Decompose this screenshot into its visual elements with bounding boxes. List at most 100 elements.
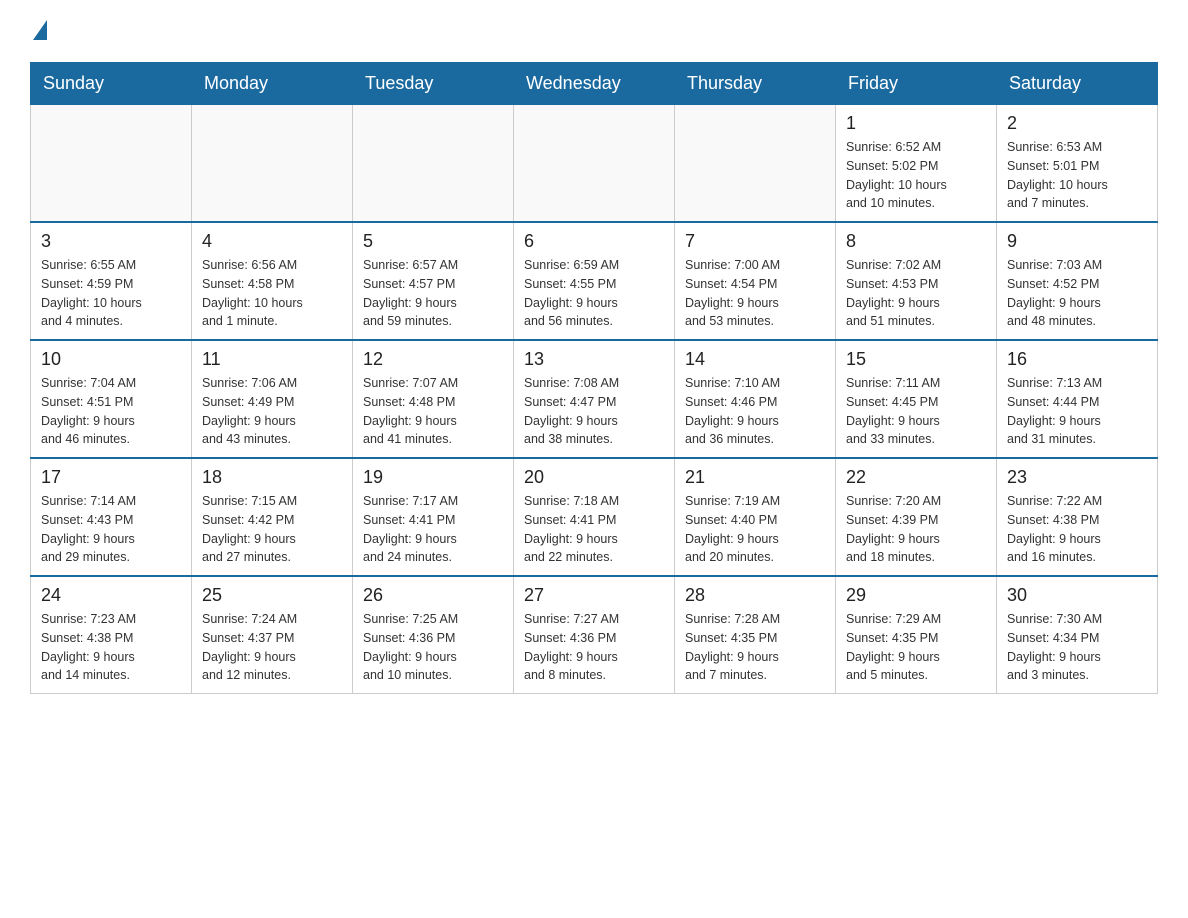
day-info: Sunrise: 7:06 AM Sunset: 4:49 PM Dayligh… <box>202 374 342 449</box>
calendar-header-sunday: Sunday <box>31 63 192 105</box>
calendar-cell <box>31 105 192 223</box>
day-number: 24 <box>41 585 181 606</box>
day-info: Sunrise: 6:53 AM Sunset: 5:01 PM Dayligh… <box>1007 138 1147 213</box>
day-info: Sunrise: 7:11 AM Sunset: 4:45 PM Dayligh… <box>846 374 986 449</box>
day-info: Sunrise: 7:30 AM Sunset: 4:34 PM Dayligh… <box>1007 610 1147 685</box>
day-number: 20 <box>524 467 664 488</box>
day-info: Sunrise: 7:07 AM Sunset: 4:48 PM Dayligh… <box>363 374 503 449</box>
calendar-cell: 6Sunrise: 6:59 AM Sunset: 4:55 PM Daylig… <box>514 222 675 340</box>
calendar-cell: 29 Sunrise: 7:29 AM Sunset: 4:35 PM Dayli… <box>836 576 997 694</box>
day-info: Sunrise: 7:10 AM Sunset: 4:46 PM Dayligh… <box>685 374 825 449</box>
day-info: Sunrise: 7:17 AM Sunset: 4:41 PM Dayligh… <box>363 492 503 567</box>
day-info: Sunrise: 7:00 AM Sunset: 4:54 PM Dayligh… <box>685 256 825 331</box>
calendar-week-row: 10 Sunrise: 7:04 AM Sunset: 4:51 PM Dayli… <box>31 340 1158 458</box>
day-info: Sunrise: 7:02 AM Sunset: 4:53 PM Dayligh… <box>846 256 986 331</box>
calendar-cell: 18Sunrise: 7:15 AM Sunset: 4:42 PM Dayli… <box>192 458 353 576</box>
day-number: 9 <box>1007 231 1147 252</box>
calendar-cell: 14 Sunrise: 7:10 AM Sunset: 4:46 PM Dayli… <box>675 340 836 458</box>
day-info: Sunrise: 7:13 AM Sunset: 4:44 PM Dayligh… <box>1007 374 1147 449</box>
calendar-cell: 8 Sunrise: 7:02 AM Sunset: 4:53 PM Daylig… <box>836 222 997 340</box>
calendar-cell: 5 Sunrise: 6:57 AM Sunset: 4:57 PM Daylig… <box>353 222 514 340</box>
calendar-cell: 21 Sunrise: 7:19 AM Sunset: 4:40 PM Dayli… <box>675 458 836 576</box>
day-number: 22 <box>846 467 986 488</box>
calendar-week-row: 17Sunrise: 7:14 AM Sunset: 4:43 PM Dayli… <box>31 458 1158 576</box>
day-info: Sunrise: 7:08 AM Sunset: 4:47 PM Dayligh… <box>524 374 664 449</box>
day-number: 16 <box>1007 349 1147 370</box>
day-number: 2 <box>1007 113 1147 134</box>
day-number: 4 <box>202 231 342 252</box>
day-info: Sunrise: 7:22 AM Sunset: 4:38 PM Dayligh… <box>1007 492 1147 567</box>
day-info: Sunrise: 7:28 AM Sunset: 4:35 PM Dayligh… <box>685 610 825 685</box>
calendar-cell: 9 Sunrise: 7:03 AM Sunset: 4:52 PM Daylig… <box>997 222 1158 340</box>
calendar-cell: 20 Sunrise: 7:18 AM Sunset: 4:41 PM Dayli… <box>514 458 675 576</box>
day-info: Sunrise: 7:29 AM Sunset: 4:35 PM Dayligh… <box>846 610 986 685</box>
day-number: 3 <box>41 231 181 252</box>
day-number: 17 <box>41 467 181 488</box>
day-info: Sunrise: 7:15 AM Sunset: 4:42 PM Dayligh… <box>202 492 342 567</box>
calendar-cell: 27 Sunrise: 7:27 AM Sunset: 4:36 PM Dayli… <box>514 576 675 694</box>
calendar-header-thursday: Thursday <box>675 63 836 105</box>
day-number: 30 <box>1007 585 1147 606</box>
calendar-cell: 2 Sunrise: 6:53 AM Sunset: 5:01 PM Daylig… <box>997 105 1158 223</box>
day-info: Sunrise: 7:19 AM Sunset: 4:40 PM Dayligh… <box>685 492 825 567</box>
calendar-cell: 25 Sunrise: 7:24 AM Sunset: 4:37 PM Dayli… <box>192 576 353 694</box>
day-info: Sunrise: 7:27 AM Sunset: 4:36 PM Dayligh… <box>524 610 664 685</box>
calendar-header-tuesday: Tuesday <box>353 63 514 105</box>
day-number: 12 <box>363 349 503 370</box>
day-info: Sunrise: 7:04 AM Sunset: 4:51 PM Dayligh… <box>41 374 181 449</box>
day-info: Sunrise: 7:03 AM Sunset: 4:52 PM Dayligh… <box>1007 256 1147 331</box>
calendar-header-monday: Monday <box>192 63 353 105</box>
calendar-cell: 10 Sunrise: 7:04 AM Sunset: 4:51 PM Dayli… <box>31 340 192 458</box>
day-number: 10 <box>41 349 181 370</box>
calendar-cell <box>192 105 353 223</box>
day-number: 28 <box>685 585 825 606</box>
calendar-week-row: 24 Sunrise: 7:23 AM Sunset: 4:38 PM Dayli… <box>31 576 1158 694</box>
day-info: Sunrise: 7:24 AM Sunset: 4:37 PM Dayligh… <box>202 610 342 685</box>
day-number: 13 <box>524 349 664 370</box>
calendar-cell: 11 Sunrise: 7:06 AM Sunset: 4:49 PM Dayli… <box>192 340 353 458</box>
calendar-cell: 15 Sunrise: 7:11 AM Sunset: 4:45 PM Dayli… <box>836 340 997 458</box>
calendar-cell <box>514 105 675 223</box>
day-number: 15 <box>846 349 986 370</box>
calendar-cell: 22 Sunrise: 7:20 AM Sunset: 4:39 PM Dayli… <box>836 458 997 576</box>
day-number: 29 <box>846 585 986 606</box>
day-number: 25 <box>202 585 342 606</box>
calendar-cell: 1Sunrise: 6:52 AM Sunset: 5:02 PM Daylig… <box>836 105 997 223</box>
calendar-cell <box>675 105 836 223</box>
calendar-cell: 17Sunrise: 7:14 AM Sunset: 4:43 PM Dayli… <box>31 458 192 576</box>
day-number: 26 <box>363 585 503 606</box>
day-number: 6 <box>524 231 664 252</box>
calendar-week-row: 1Sunrise: 6:52 AM Sunset: 5:02 PM Daylig… <box>31 105 1158 223</box>
day-number: 14 <box>685 349 825 370</box>
calendar-week-row: 3 Sunrise: 6:55 AM Sunset: 4:59 PM Daylig… <box>31 222 1158 340</box>
day-number: 8 <box>846 231 986 252</box>
calendar-cell: 23Sunrise: 7:22 AM Sunset: 4:38 PM Dayli… <box>997 458 1158 576</box>
day-info: Sunrise: 6:57 AM Sunset: 4:57 PM Dayligh… <box>363 256 503 331</box>
day-info: Sunrise: 7:23 AM Sunset: 4:38 PM Dayligh… <box>41 610 181 685</box>
day-info: Sunrise: 6:55 AM Sunset: 4:59 PM Dayligh… <box>41 256 181 331</box>
day-number: 27 <box>524 585 664 606</box>
day-info: Sunrise: 6:56 AM Sunset: 4:58 PM Dayligh… <box>202 256 342 331</box>
calendar-header-friday: Friday <box>836 63 997 105</box>
calendar-header-saturday: Saturday <box>997 63 1158 105</box>
calendar-cell: 30 Sunrise: 7:30 AM Sunset: 4:34 PM Dayli… <box>997 576 1158 694</box>
calendar-cell: 13 Sunrise: 7:08 AM Sunset: 4:47 PM Dayli… <box>514 340 675 458</box>
day-number: 7 <box>685 231 825 252</box>
day-number: 5 <box>363 231 503 252</box>
day-info: Sunrise: 7:25 AM Sunset: 4:36 PM Dayligh… <box>363 610 503 685</box>
calendar-cell <box>353 105 514 223</box>
calendar-table: SundayMondayTuesdayWednesdayThursdayFrid… <box>30 62 1158 694</box>
day-info: Sunrise: 7:20 AM Sunset: 4:39 PM Dayligh… <box>846 492 986 567</box>
calendar-header-row: SundayMondayTuesdayWednesdayThursdayFrid… <box>31 63 1158 105</box>
calendar-cell: 12 Sunrise: 7:07 AM Sunset: 4:48 PM Dayli… <box>353 340 514 458</box>
calendar-cell: 24 Sunrise: 7:23 AM Sunset: 4:38 PM Dayli… <box>31 576 192 694</box>
day-number: 21 <box>685 467 825 488</box>
logo <box>30 20 50 42</box>
day-info: Sunrise: 7:18 AM Sunset: 4:41 PM Dayligh… <box>524 492 664 567</box>
calendar-header-wednesday: Wednesday <box>514 63 675 105</box>
calendar-cell: 26 Sunrise: 7:25 AM Sunset: 4:36 PM Dayli… <box>353 576 514 694</box>
calendar-cell: 16 Sunrise: 7:13 AM Sunset: 4:44 PM Dayli… <box>997 340 1158 458</box>
day-number: 11 <box>202 349 342 370</box>
day-number: 19 <box>363 467 503 488</box>
calendar-cell: 7 Sunrise: 7:00 AM Sunset: 4:54 PM Daylig… <box>675 222 836 340</box>
